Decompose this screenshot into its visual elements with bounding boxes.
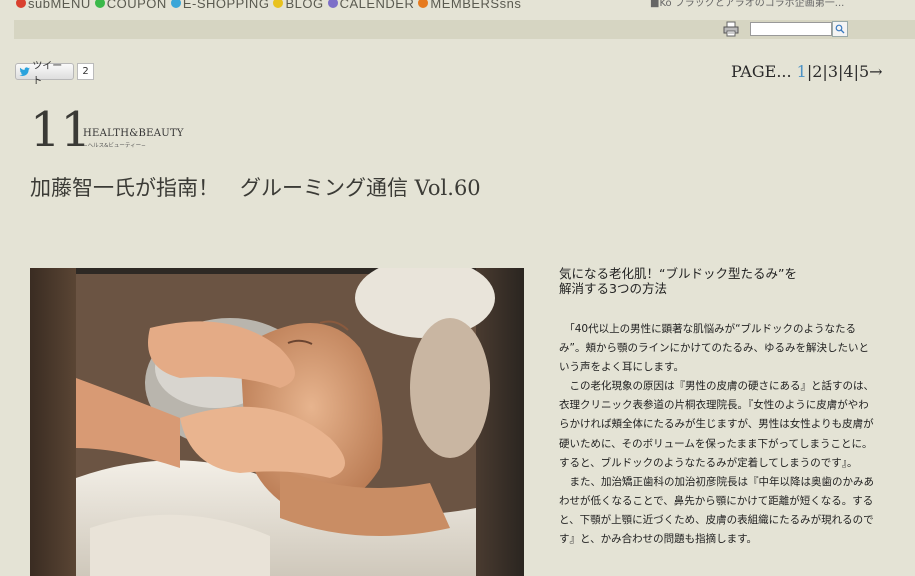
nav-label: BLOG	[285, 0, 324, 11]
nav-item-blog[interactable]: BLOG	[273, 0, 323, 11]
category-label: HEALTH&BEAUTY	[83, 128, 184, 139]
nav-item-submenu[interactable]: subMENU	[16, 0, 91, 11]
search-input[interactable]	[750, 22, 832, 36]
paragraph-text: 「40代以上の男性に顕著な肌悩みが“ブルドックのようなたるみ”。頬から顎のライン…	[559, 323, 869, 374]
calender-dot-icon	[327, 0, 338, 8]
nav-label: COUPON	[106, 0, 167, 11]
body-paragraph-3: また、加治矯正歯科の加治初彦院長は『中年以降は奥歯のかみあわせが低くなることで、…	[559, 473, 877, 549]
nav-item-coupon[interactable]: COUPON	[94, 0, 167, 11]
nav-item-eshopping[interactable]: E-SHOPPING	[170, 0, 270, 11]
page-link-4[interactable]: 4	[843, 62, 853, 81]
article-body: 「40代以上の男性に顕著な肌悩みが“ブルドックのようなたるみ”。頬から顎のライン…	[559, 320, 877, 549]
search-button[interactable]	[832, 21, 848, 37]
news-ticker-link[interactable]: ■Ko フラックとアラオのコラボ企画第一...	[650, 0, 844, 9]
body-paragraph-1: 「40代以上の男性に顕著な肌悩みが“ブルドックのようなたるみ”。頬から顎のライン…	[559, 320, 877, 377]
article-title: 加藤智一氏が指南！ グルーミング通信 Vol.60	[30, 176, 481, 200]
next-page-arrow[interactable]: →	[869, 62, 882, 81]
nav-label: MEMBERSsns	[430, 0, 522, 11]
page-link-2[interactable]: 2	[812, 62, 822, 81]
article-photo	[30, 268, 524, 576]
page-link-3[interactable]: 3	[828, 62, 838, 81]
submenu-dot-icon	[16, 0, 26, 8]
issue-number: 11	[30, 102, 92, 158]
page-current: 1	[796, 62, 807, 81]
body-paragraph-2: この老化現象の原因は『男性の皮膚の硬さにある』と話すのは、衣理クリニック表参道の…	[559, 377, 877, 472]
coupon-dot-icon	[94, 0, 105, 8]
pagination: PAGE... 1|2|3|4|5→	[731, 62, 883, 81]
paragraph-text: また、加治矯正歯科の加治初彦院長は『中年以降は奥歯のかみあわせが低くなることで、…	[559, 475, 874, 546]
nav-item-members[interactable]: MEMBERSsns	[418, 0, 521, 11]
tweet-label: ツイート	[32, 60, 63, 87]
twitter-bird-icon	[19, 66, 30, 76]
facial-massage-photo	[30, 268, 524, 576]
nav-label: E-SHOPPING	[182, 0, 270, 11]
pagination-prefix: PAGE...	[731, 62, 797, 81]
members-dot-icon	[418, 0, 429, 8]
paragraph-text: この老化現象の原因は『男性の皮膚の硬さにある』と話すのは、衣理クリニック表参道の…	[559, 380, 874, 469]
eshopping-dot-icon	[170, 0, 181, 8]
sub-heading-line-2: 解消する3つの方法	[559, 281, 667, 296]
nav-label: CALENDER	[339, 0, 415, 11]
page-link-5[interactable]: 5	[859, 62, 869, 81]
printer-icon[interactable]	[723, 21, 739, 37]
article-sub-heading: 気になる老化肌！“ブルドック型たるみ”を 解消する3つの方法	[559, 266, 797, 296]
tweet-count: 2	[77, 63, 94, 80]
nav-label: subMENU	[28, 0, 91, 11]
blog-dot-icon	[273, 0, 284, 8]
search-icon	[835, 24, 845, 34]
page: subMENU COUPON E-SHOPPING BLOG CALENDER …	[0, 0, 915, 576]
nav-item-calender[interactable]: CALENDER	[327, 0, 415, 11]
category-label-jp: −ヘルス&ビューティー−	[83, 143, 146, 149]
sub-heading-line-1: 気になる老化肌！“ブルドック型たるみ”を	[559, 266, 797, 281]
top-nav: subMENU COUPON E-SHOPPING BLOG CALENDER …	[16, 0, 521, 12]
tweet-button[interactable]: ツイート	[15, 61, 74, 87]
